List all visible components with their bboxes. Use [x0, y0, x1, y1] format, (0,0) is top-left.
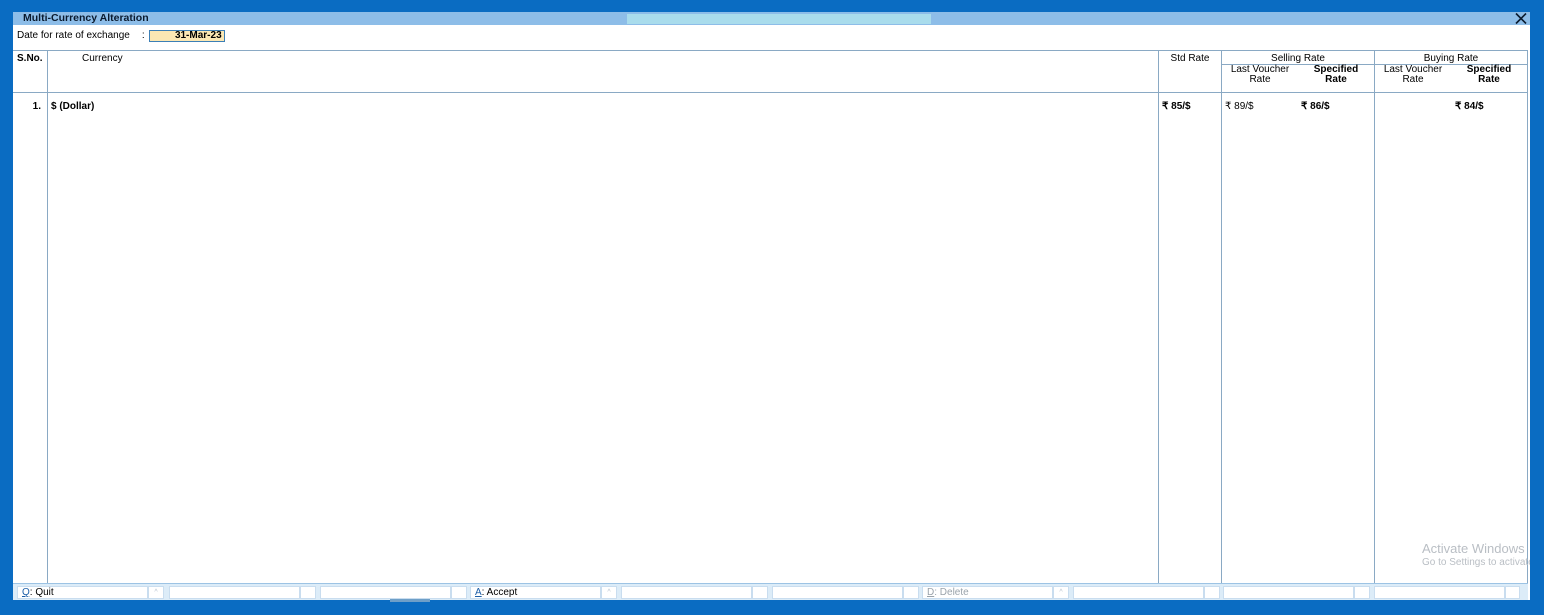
title-bar-highlight	[627, 14, 931, 24]
exchange-date-label: Date for rate of exchange	[17, 30, 130, 41]
button-bar-separator	[451, 586, 467, 599]
header-selling-last-voucher-line2: Rate	[1249, 74, 1271, 85]
accept-key: A	[475, 587, 482, 598]
header-selling-specified: Specified Rate	[1298, 65, 1374, 85]
close-button[interactable]	[1514, 12, 1528, 25]
button-bar-separator	[1354, 586, 1370, 599]
button-bar-slot[interactable]	[1374, 586, 1505, 599]
watermark-line1: Activate Windows	[1422, 542, 1525, 556]
row-selling-specified[interactable]: ₹ 86/$	[1301, 101, 1330, 113]
row-sno: 1.	[32, 101, 41, 112]
column-divider	[1158, 51, 1159, 583]
column-divider	[1221, 51, 1222, 583]
button-bar-separator	[1505, 586, 1520, 599]
column-divider	[1374, 51, 1375, 583]
taskbar-indicator	[390, 599, 430, 602]
button-bar-slot[interactable]	[320, 586, 451, 599]
button-bar-separator	[1204, 586, 1220, 599]
button-bar-slot[interactable]	[772, 586, 903, 599]
window-title: Multi-Currency Alteration	[23, 12, 149, 24]
activate-windows-watermark: Activate Windows Go to Settings to activ…	[1422, 542, 1530, 570]
accept-button[interactable]: A: Accept	[470, 586, 601, 599]
button-bar-separator	[300, 586, 316, 599]
header-buying-specified-line2: Rate	[1478, 74, 1500, 85]
column-divider	[47, 51, 48, 583]
watermark-line2: Go to Settings to activate Windows.	[1422, 557, 1530, 568]
row-buying-specified[interactable]: ₹ 84/$	[1455, 101, 1484, 113]
button-bar-separator: ^	[601, 586, 617, 599]
accept-label: : Accept	[481, 587, 518, 598]
quit-label: : Quit	[29, 587, 54, 598]
row-currency[interactable]: $ (Dollar)	[51, 101, 94, 113]
close-icon	[1515, 12, 1527, 25]
exchange-date-field[interactable]: 31-Mar-23	[148, 30, 225, 42]
button-bar: Q: Quit ^ A: Accept ^ D: Delete ^	[13, 583, 1528, 600]
row-std-rate[interactable]: ₹ 85/$	[1162, 101, 1191, 113]
button-bar-slot[interactable]	[169, 586, 300, 599]
exchange-date-row: Date for rate of exchange : 31-Mar-23	[17, 29, 225, 43]
button-bar-slot[interactable]	[621, 586, 752, 599]
header-selling-rate: Selling Rate	[1271, 53, 1325, 64]
button-bar-separator: ^	[1053, 586, 1069, 599]
column-divider	[1527, 51, 1528, 583]
quit-button[interactable]: Q: Quit	[17, 586, 148, 599]
multi-currency-alteration-window: Multi-Currency Alteration Date for rate …	[13, 12, 1530, 600]
header-selling-specified-line2: Rate	[1325, 74, 1347, 85]
header-selling-last-voucher: Last Voucher Rate	[1222, 65, 1298, 85]
delete-button[interactable]: D: Delete	[922, 586, 1053, 599]
header-buying-last-voucher-line2: Rate	[1402, 74, 1424, 85]
header-std-rate: Std Rate	[1170, 53, 1210, 64]
header-currency: Currency	[82, 53, 123, 64]
delete-label: : Delete	[934, 587, 969, 598]
exchange-date-colon: :	[141, 30, 145, 41]
button-bar-separator	[752, 586, 768, 599]
header-buying-rate: Buying Rate	[1423, 53, 1479, 64]
header-buying-last-voucher: Last Voucher Rate	[1375, 65, 1451, 85]
header-sno: S.No.	[17, 53, 43, 64]
button-bar-separator: ^	[148, 586, 164, 599]
quit-key: Q	[22, 587, 30, 598]
header-divider	[13, 92, 1528, 93]
row-selling-last-voucher: ₹ 89/$	[1225, 101, 1254, 112]
button-bar-slot[interactable]	[1223, 586, 1354, 599]
header-buying-specified: Specified Rate	[1451, 65, 1527, 85]
currency-rate-table: S.No. Currency Std Rate Selling Rate Las…	[13, 50, 1528, 583]
button-bar-separator	[903, 586, 919, 599]
button-bar-slot[interactable]	[1073, 586, 1204, 599]
title-bar: Multi-Currency Alteration	[13, 12, 1530, 25]
